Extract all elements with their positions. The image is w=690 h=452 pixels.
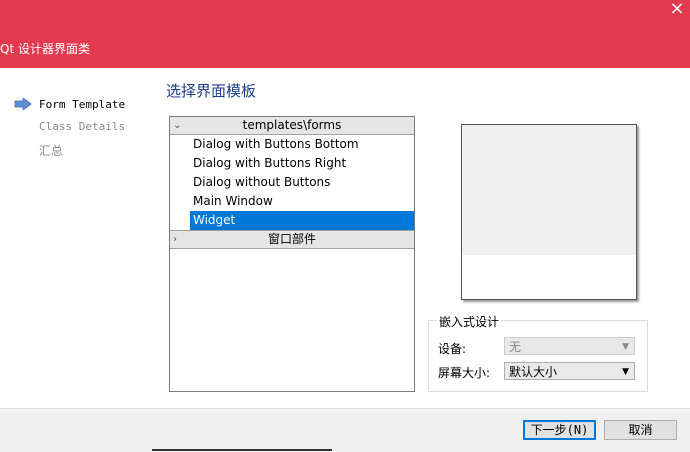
tree-group-templates-forms[interactable]: ⌄ templates\forms xyxy=(170,117,414,135)
window-title: Qt 设计器界面类 xyxy=(0,42,90,56)
current-step-arrow-icon xyxy=(14,98,32,110)
template-preview xyxy=(461,124,637,300)
template-item-selected[interactable]: Widget xyxy=(190,211,414,230)
button-bar: 下一步(N) 取消 xyxy=(0,408,690,452)
tree-group-widgets[interactable]: › 窗口部件 xyxy=(170,230,414,249)
device-select-value: 无 xyxy=(509,340,522,354)
screen-size-select[interactable]: 默认大小 ▼ xyxy=(504,362,635,380)
nav-item-form-template: Form Template xyxy=(39,98,126,111)
cancel-button[interactable]: 取消 xyxy=(604,420,677,440)
chevron-right-icon[interactable]: › xyxy=(173,231,177,248)
device-label: 设备: xyxy=(438,342,467,356)
screen-size-select-value: 默认大小 xyxy=(509,365,558,379)
tree-group-label: templates\forms xyxy=(242,118,342,132)
close-button[interactable]: × xyxy=(664,0,690,20)
template-item[interactable]: Dialog with Buttons Bottom xyxy=(170,135,414,154)
nav-item-class-details: Class Details xyxy=(39,120,126,133)
tree-group-label: 窗口部件 xyxy=(267,232,316,246)
screen-size-label: 屏幕大小: xyxy=(438,366,491,380)
template-item[interactable]: Main Window xyxy=(170,192,414,211)
embedded-design-group: 嵌入式设计 设备: 无 ▼ 屏幕大小: 默认大小 ▼ xyxy=(428,313,648,392)
group-title: 嵌入式设计 xyxy=(437,313,502,330)
page-title: 选择界面模板 xyxy=(166,82,257,100)
title-bar: Qt 设计器界面类 × xyxy=(0,0,690,68)
chevron-down-icon: ▼ xyxy=(622,342,629,352)
chevron-down-icon[interactable]: ⌄ xyxy=(173,117,181,134)
template-item[interactable]: Dialog without Buttons xyxy=(170,173,414,192)
device-select[interactable]: 无 ▼ xyxy=(504,337,635,355)
template-item[interactable]: Dialog with Buttons Right xyxy=(170,154,414,173)
chevron-down-icon: ▼ xyxy=(622,367,629,377)
close-icon: × xyxy=(669,0,685,19)
nav-item-summary: 汇总 xyxy=(39,144,64,158)
next-button[interactable]: 下一步(N) xyxy=(523,420,596,440)
template-tree[interactable]: ⌄ templates\forms Dialog with Buttons Bo… xyxy=(169,116,415,392)
preview-widget-area xyxy=(462,125,636,255)
